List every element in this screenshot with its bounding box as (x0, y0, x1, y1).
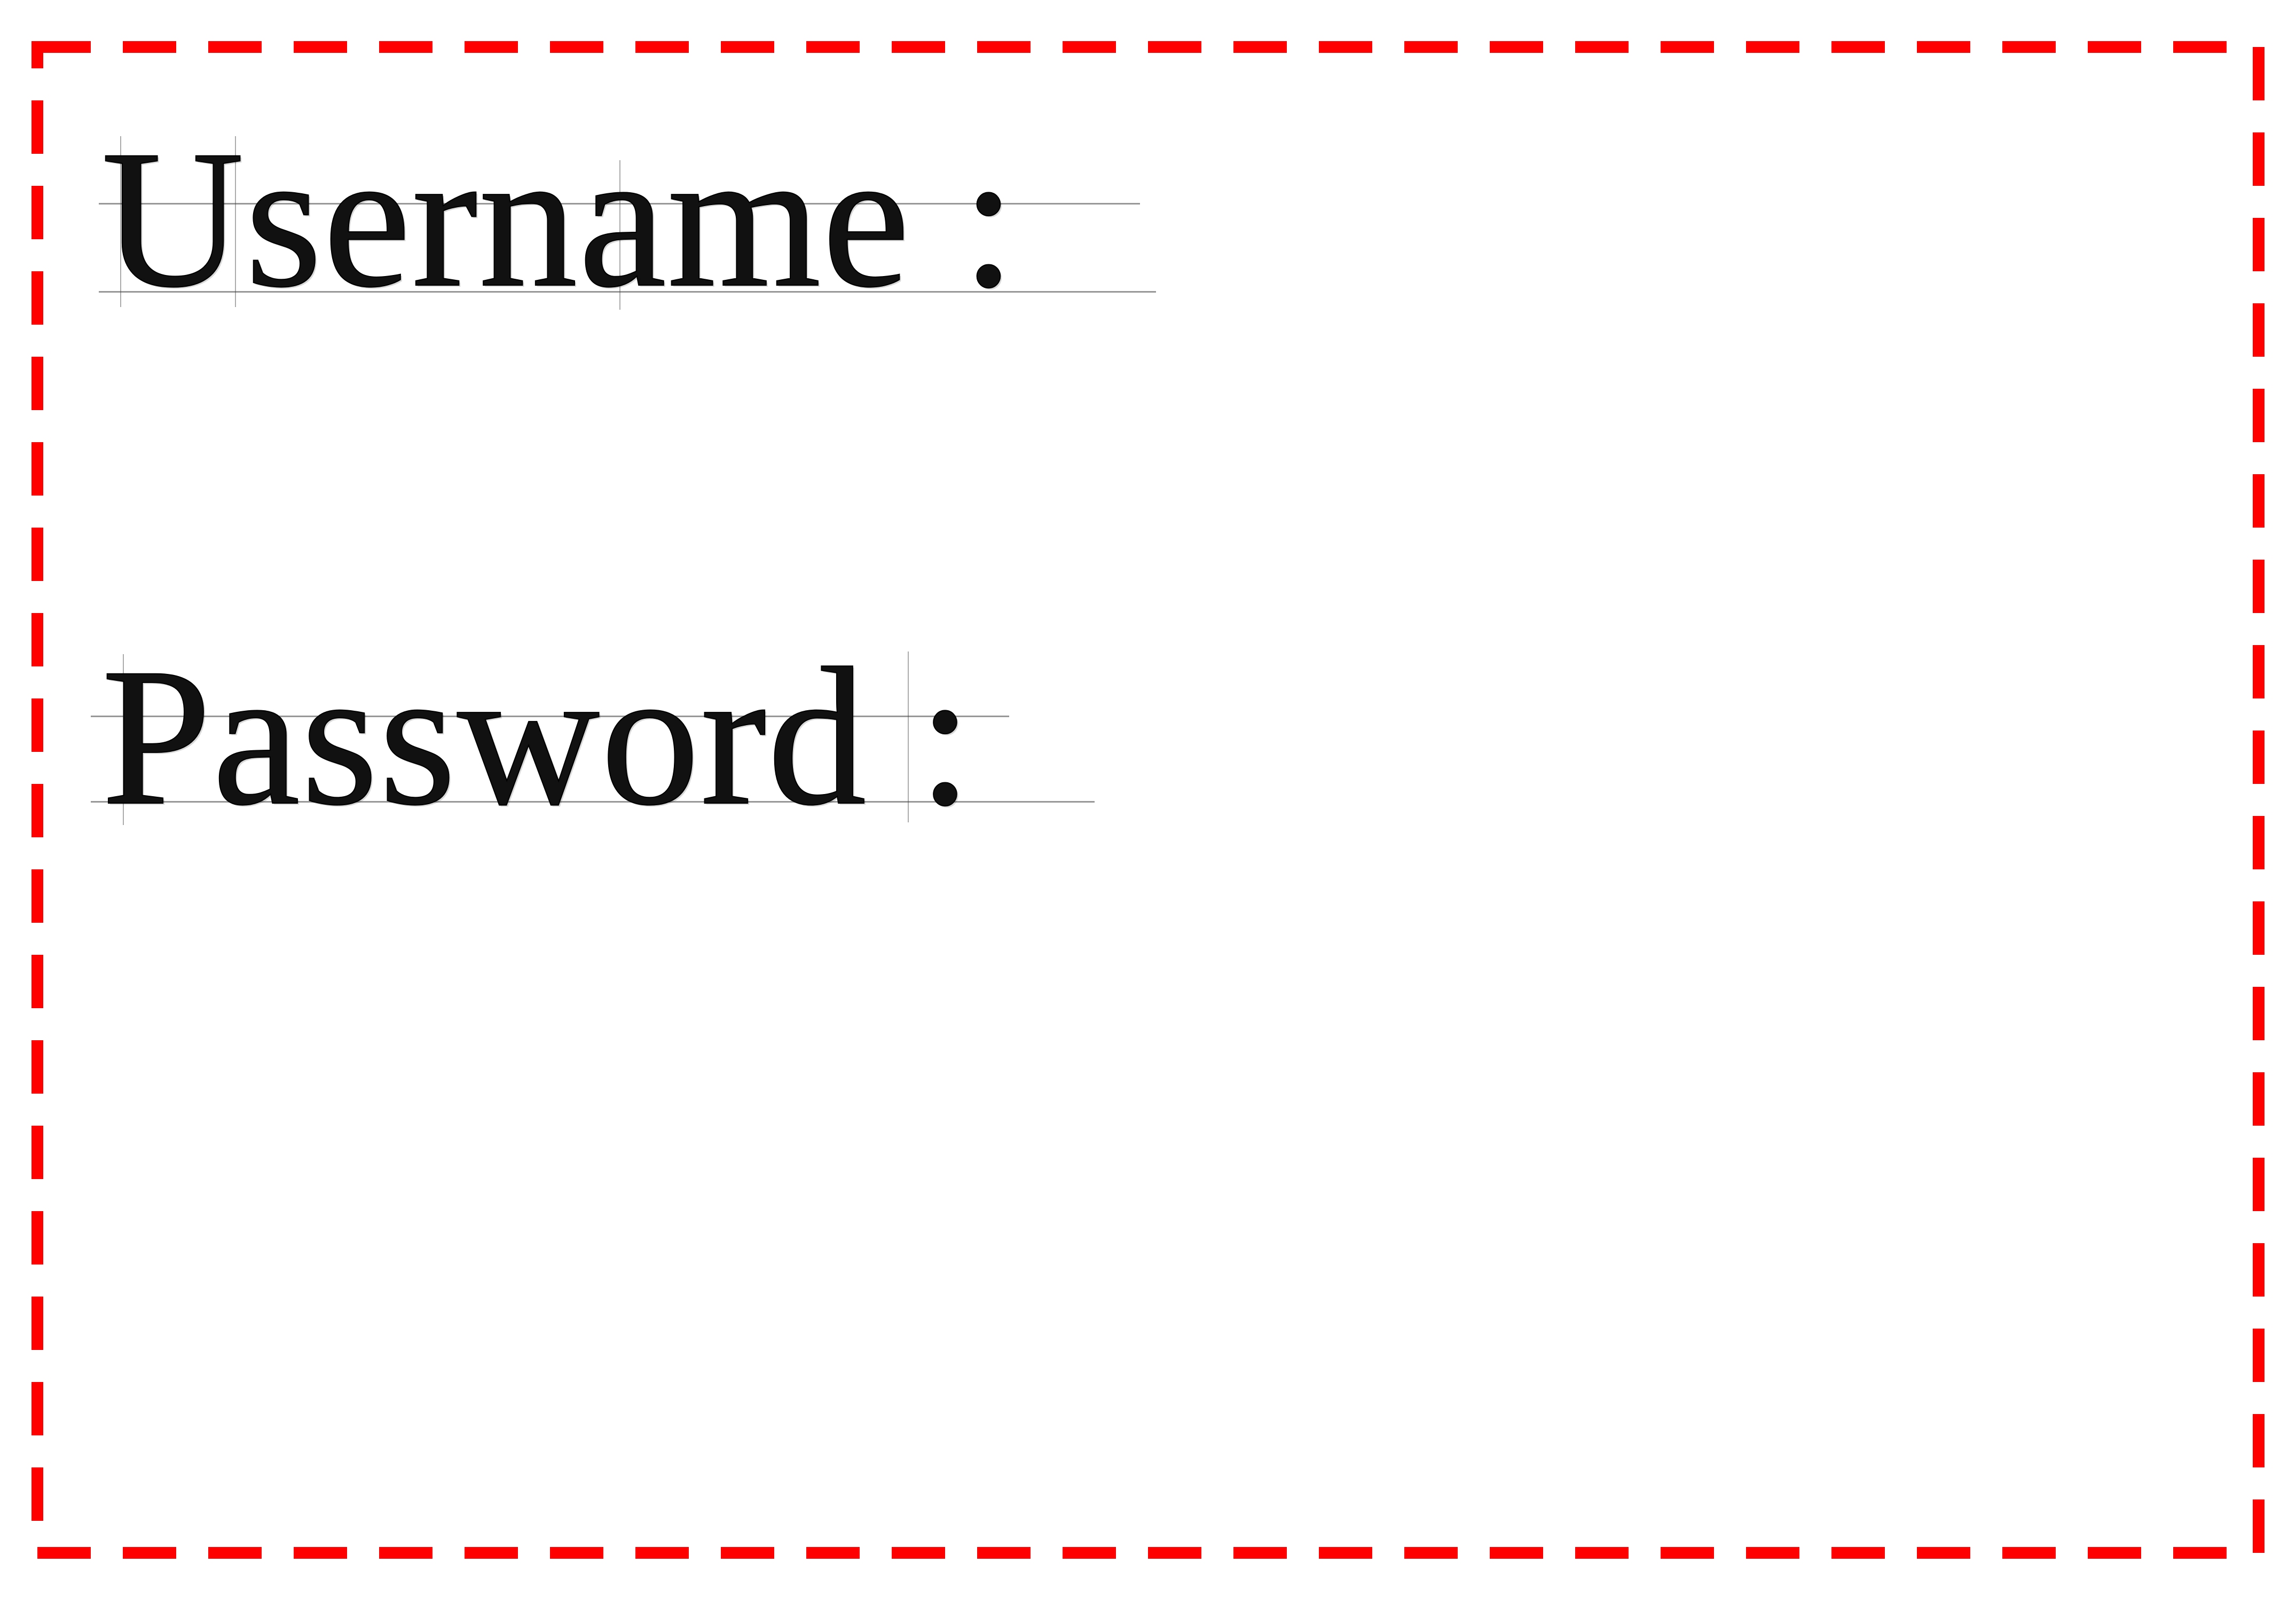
username-label: Username : (101, 109, 1018, 328)
login-card: Username : Password : (0, 0, 2296, 1602)
password-input[interactable] (1127, 649, 2218, 810)
username-input[interactable] (1201, 136, 2218, 297)
password-label: Password : (101, 627, 974, 846)
